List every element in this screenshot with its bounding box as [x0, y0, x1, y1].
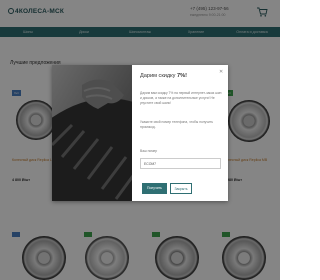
discount-modal: Дарим скидку 7%! ✕ Дарим вам скидку 7% н… — [52, 65, 228, 201]
promo-code-field[interactable]: ECOM7 — [140, 158, 221, 169]
modal-title-suffix: ! — [185, 73, 187, 79]
modal-instruction: Укажите свой номер телефона, чтобы получ… — [140, 120, 214, 130]
modal-title-text: Дарим скидку — [140, 73, 178, 79]
modal-title-value: 7% — [177, 73, 186, 79]
tyre-illustration — [52, 65, 132, 201]
modal-title: Дарим скидку 7%! — [140, 73, 187, 79]
promo-field-label: Ваш номер — [140, 149, 158, 153]
close-button[interactable]: Закрыть — [170, 183, 192, 194]
get-discount-button[interactable]: Получить — [142, 183, 167, 194]
modal-description: Дарим вам скидку 7% на первый интернет-з… — [140, 91, 222, 106]
modal-content: Дарим скидку 7%! ✕ Дарим вам скидку 7% н… — [140, 65, 224, 201]
tyre-photo — [52, 65, 132, 201]
close-icon[interactable]: ✕ — [219, 69, 223, 75]
